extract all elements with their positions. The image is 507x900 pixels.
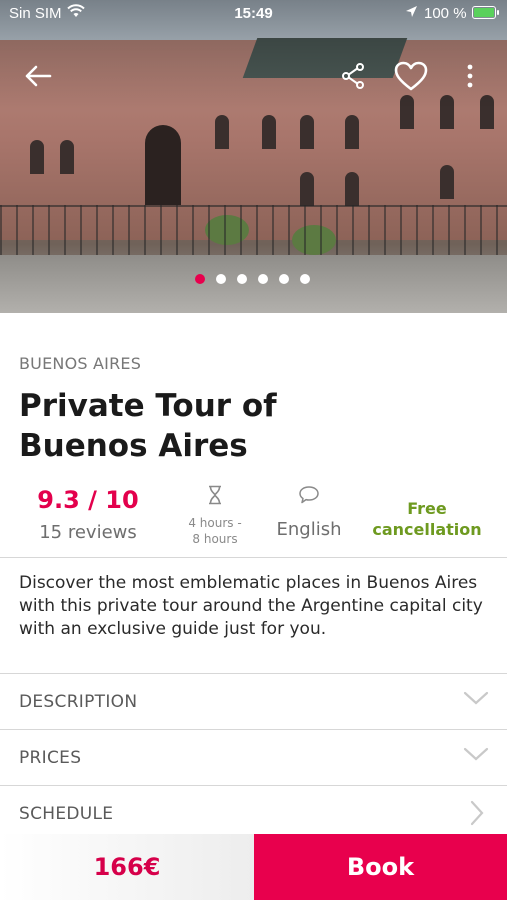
hourglass-icon	[207, 485, 223, 509]
more-options-button[interactable]	[452, 58, 488, 94]
section-label: SCHEDULE	[19, 804, 114, 824]
carousel-dot[interactable]	[195, 274, 205, 284]
price-label: 166€	[93, 853, 161, 881]
hero-window	[345, 172, 359, 206]
tour-title: Private Tour of Buenos Aires	[19, 388, 277, 464]
chevron-right-icon	[469, 800, 485, 830]
section-label: PRICES	[19, 748, 82, 768]
carousel-dot[interactable]	[258, 274, 268, 284]
more-vertical-icon	[467, 64, 473, 88]
free-cancellation-label: Free cancellation	[364, 498, 490, 540]
hero-window	[30, 140, 44, 174]
chevron-down-icon	[463, 690, 489, 710]
duration-block: 4 hours - 8 hours	[176, 485, 254, 547]
carousel-indicator[interactable]	[195, 274, 310, 284]
language-text: English	[276, 519, 342, 540]
status-bar: Sin SIM 15:49 100 %	[0, 0, 507, 28]
price-box: 166€	[0, 834, 254, 900]
section-description[interactable]: DESCRIPTION	[0, 674, 507, 730]
arrow-left-icon	[24, 64, 52, 88]
share-button[interactable]	[335, 58, 371, 94]
tour-summary: Discover the most emblematic places in B…	[19, 573, 483, 639]
hero-window	[345, 115, 359, 149]
hero-window	[262, 115, 276, 149]
language-block: English	[266, 485, 352, 540]
cancellation-text: cancellation	[372, 520, 482, 539]
hero-window	[215, 115, 229, 149]
heart-outline-icon	[394, 61, 428, 91]
carousel-dot[interactable]	[279, 274, 289, 284]
hero-window	[440, 165, 454, 199]
carousel-dot[interactable]	[300, 274, 310, 284]
hero-image[interactable]	[0, 0, 507, 313]
rating-block[interactable]: 9.3 / 10 15 reviews	[22, 486, 154, 543]
favorite-button[interactable]	[393, 58, 429, 94]
carousel-dot[interactable]	[237, 274, 247, 284]
battery-icon	[472, 6, 499, 19]
carousel-dot[interactable]	[216, 274, 226, 284]
share-icon	[341, 63, 365, 89]
hero-arch	[145, 125, 181, 205]
hero-window	[300, 172, 314, 206]
city-label: BUENOS AIRES	[19, 354, 142, 373]
cancellation-text: Free	[407, 499, 447, 518]
section-prices[interactable]: PRICES	[0, 730, 507, 786]
back-button[interactable]	[20, 58, 56, 94]
reviews-count[interactable]: 15 reviews	[22, 522, 154, 543]
hero-window	[60, 140, 74, 174]
location-arrow-icon	[405, 5, 418, 22]
duration-text: 4 hours -	[188, 516, 242, 530]
divider	[0, 557, 507, 558]
section-label: DESCRIPTION	[19, 692, 138, 712]
chevron-down-icon	[463, 746, 489, 766]
battery-percentage: 100 %	[424, 5, 467, 22]
booking-bar: 166€ Book	[0, 834, 507, 900]
rating-score: 9.3 / 10	[37, 486, 139, 514]
book-button[interactable]: Book	[254, 834, 507, 900]
speech-bubble-icon	[298, 486, 320, 509]
duration-text: 8 hours	[192, 532, 238, 546]
hero-ground	[0, 255, 507, 313]
hero-window	[300, 115, 314, 149]
